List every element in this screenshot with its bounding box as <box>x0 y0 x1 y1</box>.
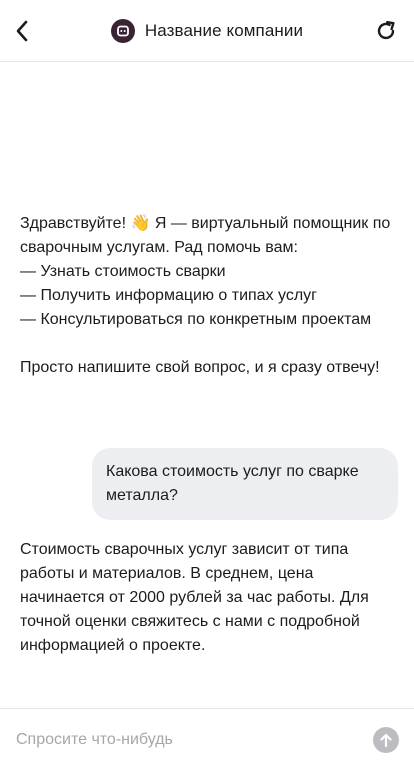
refresh-button[interactable] <box>372 17 400 45</box>
assistant-message: Стоимость сварочных услуг зависит от тип… <box>20 541 374 654</box>
user-message: Какова стоимость услуг по сварке металла… <box>92 448 398 520</box>
message-composer <box>0 708 414 770</box>
message-input[interactable] <box>16 727 356 753</box>
refresh-icon <box>377 21 395 40</box>
chat-header: Название компании <box>0 0 414 62</box>
avatar <box>110 19 135 43</box>
header-title-group: Название компании <box>0 18 414 44</box>
send-button[interactable] <box>373 727 399 753</box>
arrow-up-icon <box>380 733 392 748</box>
page-title: Название компании <box>144 21 304 40</box>
assistant-message: Здравствуйте! 👋 Я — виртуальный помощник… <box>20 215 391 376</box>
bot-face-icon <box>116 25 129 37</box>
message-list[interactable]: Здравствуйте! 👋 Я — виртуальный помощник… <box>0 62 414 708</box>
